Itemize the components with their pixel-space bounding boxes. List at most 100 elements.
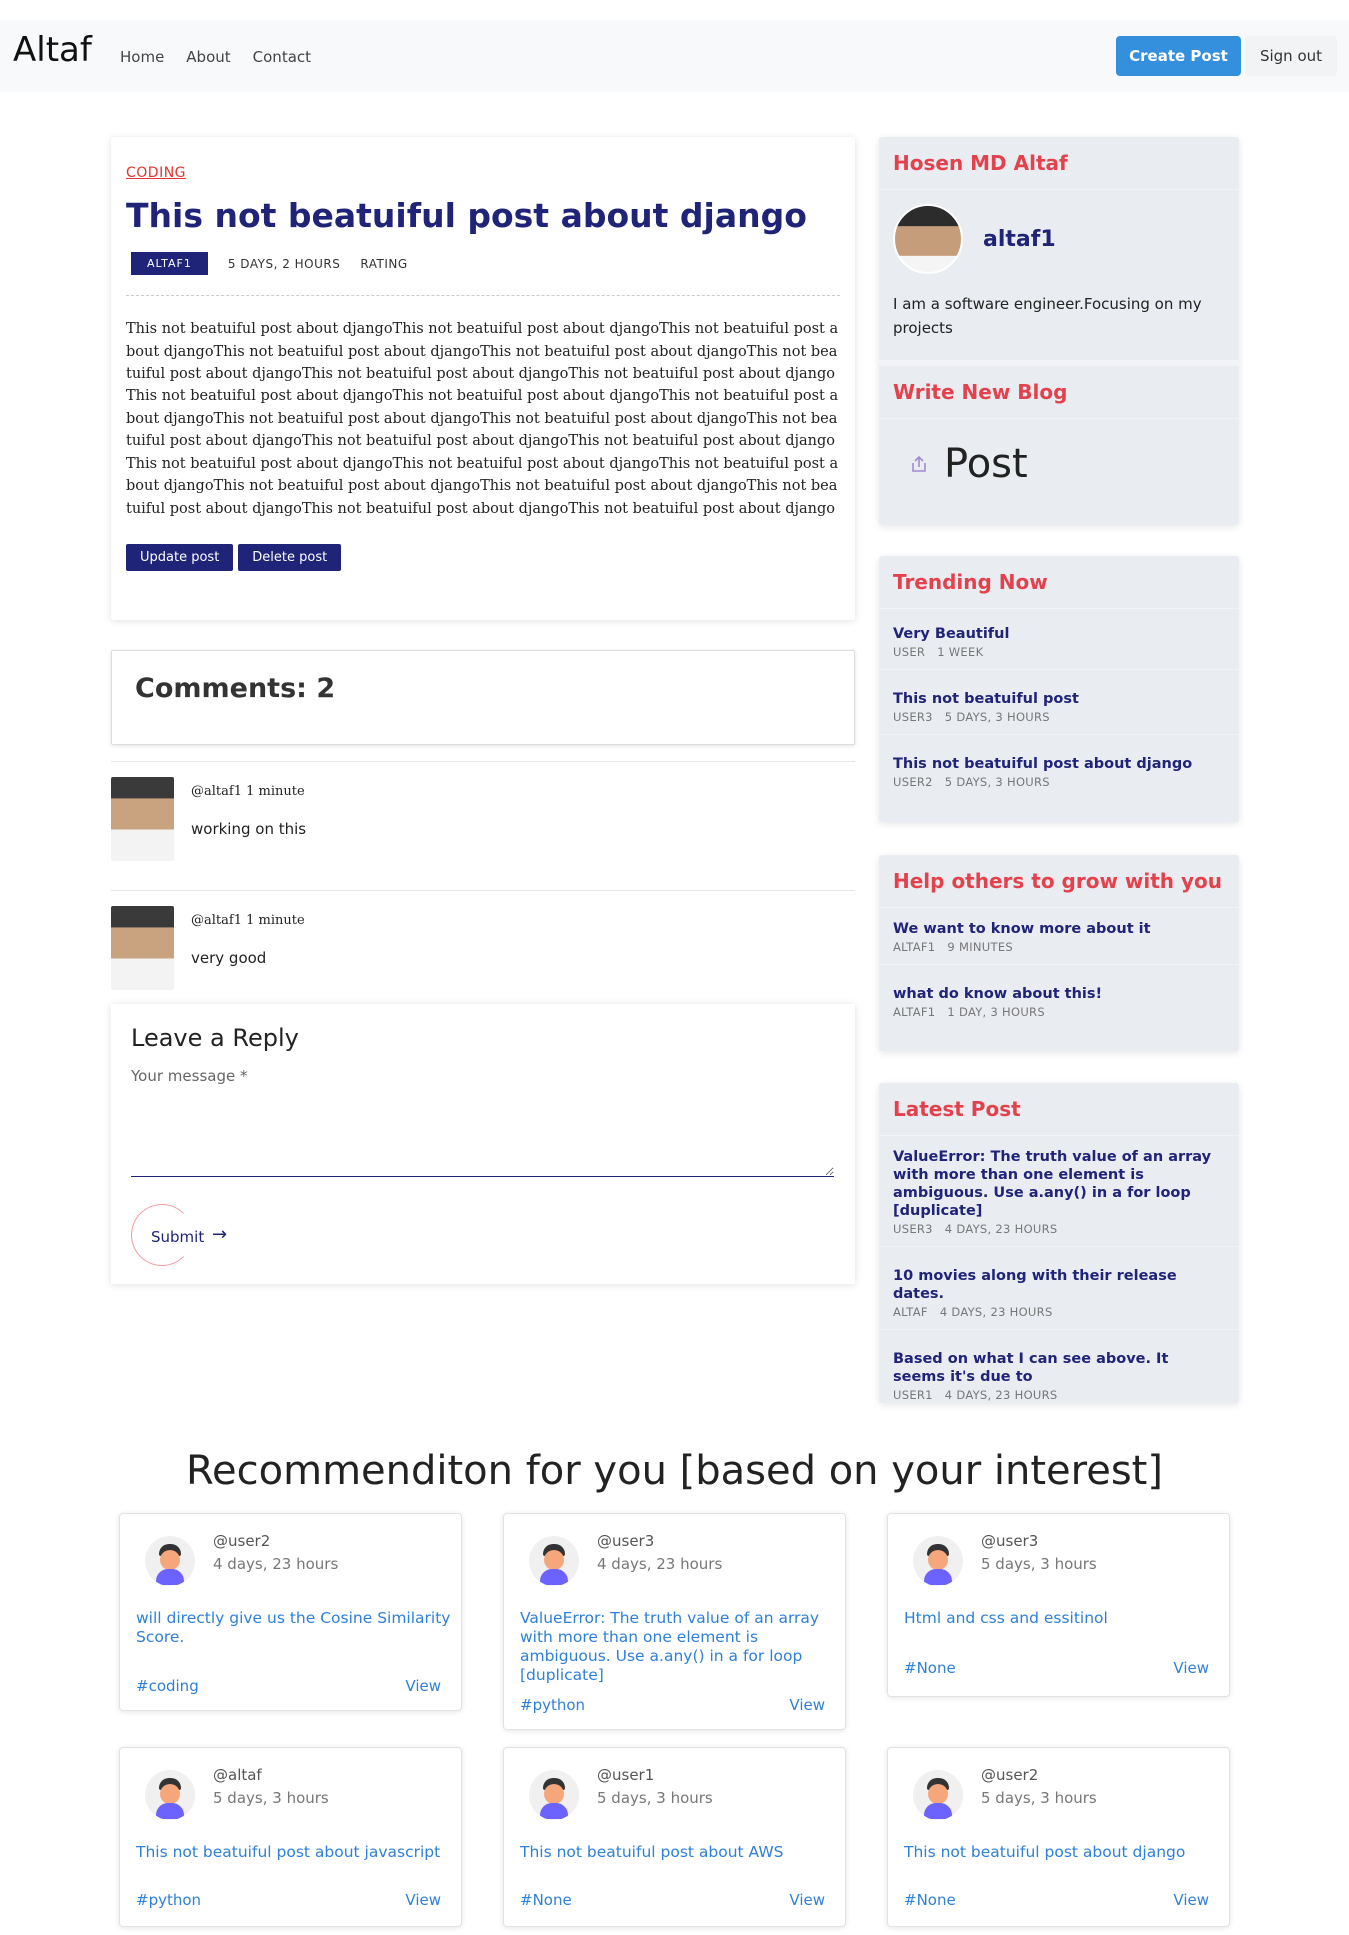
- post-card: CODING This not beatuiful post about dja…: [111, 137, 855, 620]
- help-item-title[interactable]: what do know about this!: [893, 985, 1225, 1003]
- rec-username: @user3: [597, 1532, 655, 1550]
- rec-post-title[interactable]: Html and css and essitinol: [904, 1609, 1219, 1628]
- navbar: Altaf Home About Contact Create Post Sig…: [0, 20, 1349, 92]
- post-title: This not beatuiful post about django: [126, 196, 807, 235]
- rec-view-link[interactable]: View: [405, 1891, 441, 1909]
- commenter-avatar: [111, 777, 174, 861]
- commenter-avatar: [111, 906, 174, 990]
- rec-tag-link[interactable]: #None: [904, 1659, 956, 1677]
- user-avatar-icon: [913, 1770, 963, 1820]
- rec-view-link[interactable]: View: [789, 1696, 825, 1714]
- latest-item-title[interactable]: ValueError: The truth value of an array …: [893, 1148, 1225, 1220]
- rec-time: 5 days, 3 hours: [981, 1555, 1097, 1573]
- write-post-label[interactable]: Post: [944, 441, 1028, 487]
- rec-username: @user2: [981, 1766, 1039, 1784]
- rec-time: 5 days, 3 hours: [213, 1789, 329, 1807]
- help-item[interactable]: We want to know more about it ALTAF1 9 MI…: [879, 908, 1239, 965]
- latest-item-meta: ALTAF 4 DAYS, 23 HOURS: [893, 1305, 1053, 1319]
- share-icon: [909, 454, 929, 474]
- latest-panel: Latest Post ValueError: The truth value …: [879, 1083, 1239, 1403]
- profile-username[interactable]: altaf1: [983, 227, 1056, 252]
- rec-username: @user1: [597, 1766, 655, 1784]
- rec-view-link[interactable]: View: [405, 1677, 441, 1695]
- trending-item-title[interactable]: Very Beautiful: [893, 625, 1225, 643]
- arrow-right-icon: →: [212, 1224, 228, 1245]
- rec-post-title[interactable]: will directly give us the Cosine Similar…: [136, 1609, 451, 1647]
- latest-item[interactable]: Based on what I can see above. It seems …: [879, 1330, 1239, 1412]
- rec-time: 4 days, 23 hours: [213, 1555, 339, 1573]
- profile-title: Hosen MD Altaf: [879, 137, 1239, 190]
- help-panel: Help others to grow with you We want to …: [879, 855, 1239, 1051]
- latest-item-title[interactable]: Based on what I can see above. It seems …: [893, 1350, 1225, 1386]
- rec-tag-link[interactable]: #coding: [136, 1677, 199, 1695]
- create-post-button[interactable]: Create Post: [1116, 36, 1241, 76]
- reply-title: Leave a Reply: [131, 1024, 299, 1052]
- recommendations-heading: Recommenditon for you [based on your int…: [186, 1448, 1163, 1494]
- rec-username: @altaf: [213, 1766, 262, 1784]
- rec-time: 5 days, 3 hours: [981, 1789, 1097, 1807]
- post-age: 5 DAYS, 2 HOURS: [227, 256, 341, 271]
- nav-link-home[interactable]: Home: [120, 48, 164, 66]
- recommendation-card: @user1 5 days, 3 hours This not beatuifu…: [503, 1747, 846, 1927]
- trending-item-meta: USER3 5 DAYS, 3 HOURS: [893, 710, 1050, 724]
- trending-item-title[interactable]: This not beatuiful post about django: [893, 755, 1225, 773]
- comment-text: working on this: [191, 820, 307, 838]
- nav-link-about[interactable]: About: [186, 48, 230, 66]
- recommendation-card: @altaf 5 days, 3 hours This not beatuifu…: [119, 1747, 462, 1927]
- brand-logo[interactable]: Altaf: [13, 30, 92, 70]
- nav-links: Home About Contact: [120, 48, 311, 66]
- sign-out-button[interactable]: Sign out: [1245, 36, 1337, 76]
- comment-item: @altaf1 1 minute working on this: [111, 761, 855, 891]
- profile-row: altaf1: [879, 190, 1239, 274]
- trending-item-title[interactable]: This not beatuiful post: [893, 690, 1225, 708]
- post-category-link[interactable]: CODING: [126, 165, 840, 181]
- sidebar-profile-panel: Hosen MD Altaf altaf1 I am a software en…: [879, 137, 1239, 525]
- author-badge[interactable]: ALTAF1: [131, 252, 208, 276]
- user-avatar-icon: [913, 1536, 963, 1586]
- rec-post-title[interactable]: This not beatuiful post about AWS: [520, 1843, 835, 1862]
- user-avatar-icon: [529, 1770, 579, 1820]
- rec-view-link[interactable]: View: [789, 1891, 825, 1909]
- comment-item: @altaf1 1 minute very good: [111, 890, 855, 1020]
- trending-title: Trending Now: [879, 556, 1239, 609]
- user-avatar-icon: [529, 1536, 579, 1586]
- message-textarea[interactable]: [131, 1095, 834, 1177]
- latest-item-meta: USER3 4 DAYS, 23 HOURS: [893, 1222, 1058, 1236]
- latest-item-meta: USER1 4 DAYS, 23 HOURS: [893, 1388, 1058, 1402]
- rec-view-link[interactable]: View: [1173, 1659, 1209, 1677]
- help-item-title[interactable]: We want to know more about it: [893, 920, 1225, 938]
- rec-tag-link[interactable]: #python: [520, 1696, 585, 1714]
- delete-post-button[interactable]: Delete post: [238, 544, 342, 572]
- message-label: Your message *: [131, 1067, 248, 1085]
- latest-item-title[interactable]: 10 movies along with their release dates…: [893, 1267, 1225, 1303]
- trending-item-meta: USER 1 WEEK: [893, 645, 984, 659]
- trending-item-meta: USER2 5 DAYS, 3 HOURS: [893, 775, 1050, 789]
- post-body: This not beatuiful post about djangoThis…: [126, 321, 839, 517]
- rec-tag-link[interactable]: #None: [904, 1891, 956, 1909]
- divider: [126, 295, 840, 297]
- latest-item[interactable]: ValueError: The truth value of an array …: [879, 1136, 1239, 1247]
- trending-item[interactable]: This not beatuiful post about django USE…: [879, 735, 1239, 799]
- trending-item[interactable]: This not beatuiful post USER3 5 DAYS, 3 H…: [879, 670, 1239, 735]
- comment-handle: @altaf1 1 minute: [191, 784, 305, 799]
- rec-post-title[interactable]: This not beatuiful post about django: [904, 1843, 1219, 1862]
- rec-post-title[interactable]: ValueError: The truth value of an array …: [520, 1609, 835, 1685]
- rec-view-link[interactable]: View: [1173, 1891, 1209, 1909]
- help-item-meta: ALTAF1 1 DAY, 3 HOURS: [893, 1005, 1045, 1019]
- help-item[interactable]: what do know about this! ALTAF1 1 DAY, 3 …: [879, 965, 1239, 1029]
- rec-tag-link[interactable]: #None: [520, 1891, 572, 1909]
- write-blog-title: Write New Blog: [879, 360, 1239, 419]
- submit-label[interactable]: Submit: [151, 1228, 204, 1246]
- latest-title: Latest Post: [879, 1083, 1239, 1136]
- trending-item[interactable]: Very Beautiful USER 1 WEEK: [879, 609, 1239, 670]
- update-post-button[interactable]: Update post: [126, 544, 234, 572]
- rec-tag-link[interactable]: #python: [136, 1891, 201, 1909]
- rec-post-title[interactable]: This not beatuiful post about javascript: [136, 1843, 451, 1862]
- comment-handle: @altaf1 1 minute: [191, 913, 305, 928]
- write-post-link[interactable]: Post: [879, 419, 1239, 507]
- latest-item[interactable]: 10 movies along with their release dates…: [879, 1247, 1239, 1330]
- recommendation-card: @user2 5 days, 3 hours This not beatuifu…: [887, 1747, 1230, 1927]
- rec-time: 4 days, 23 hours: [597, 1555, 723, 1573]
- profile-avatar: [893, 204, 963, 274]
- nav-link-contact[interactable]: Contact: [253, 48, 311, 66]
